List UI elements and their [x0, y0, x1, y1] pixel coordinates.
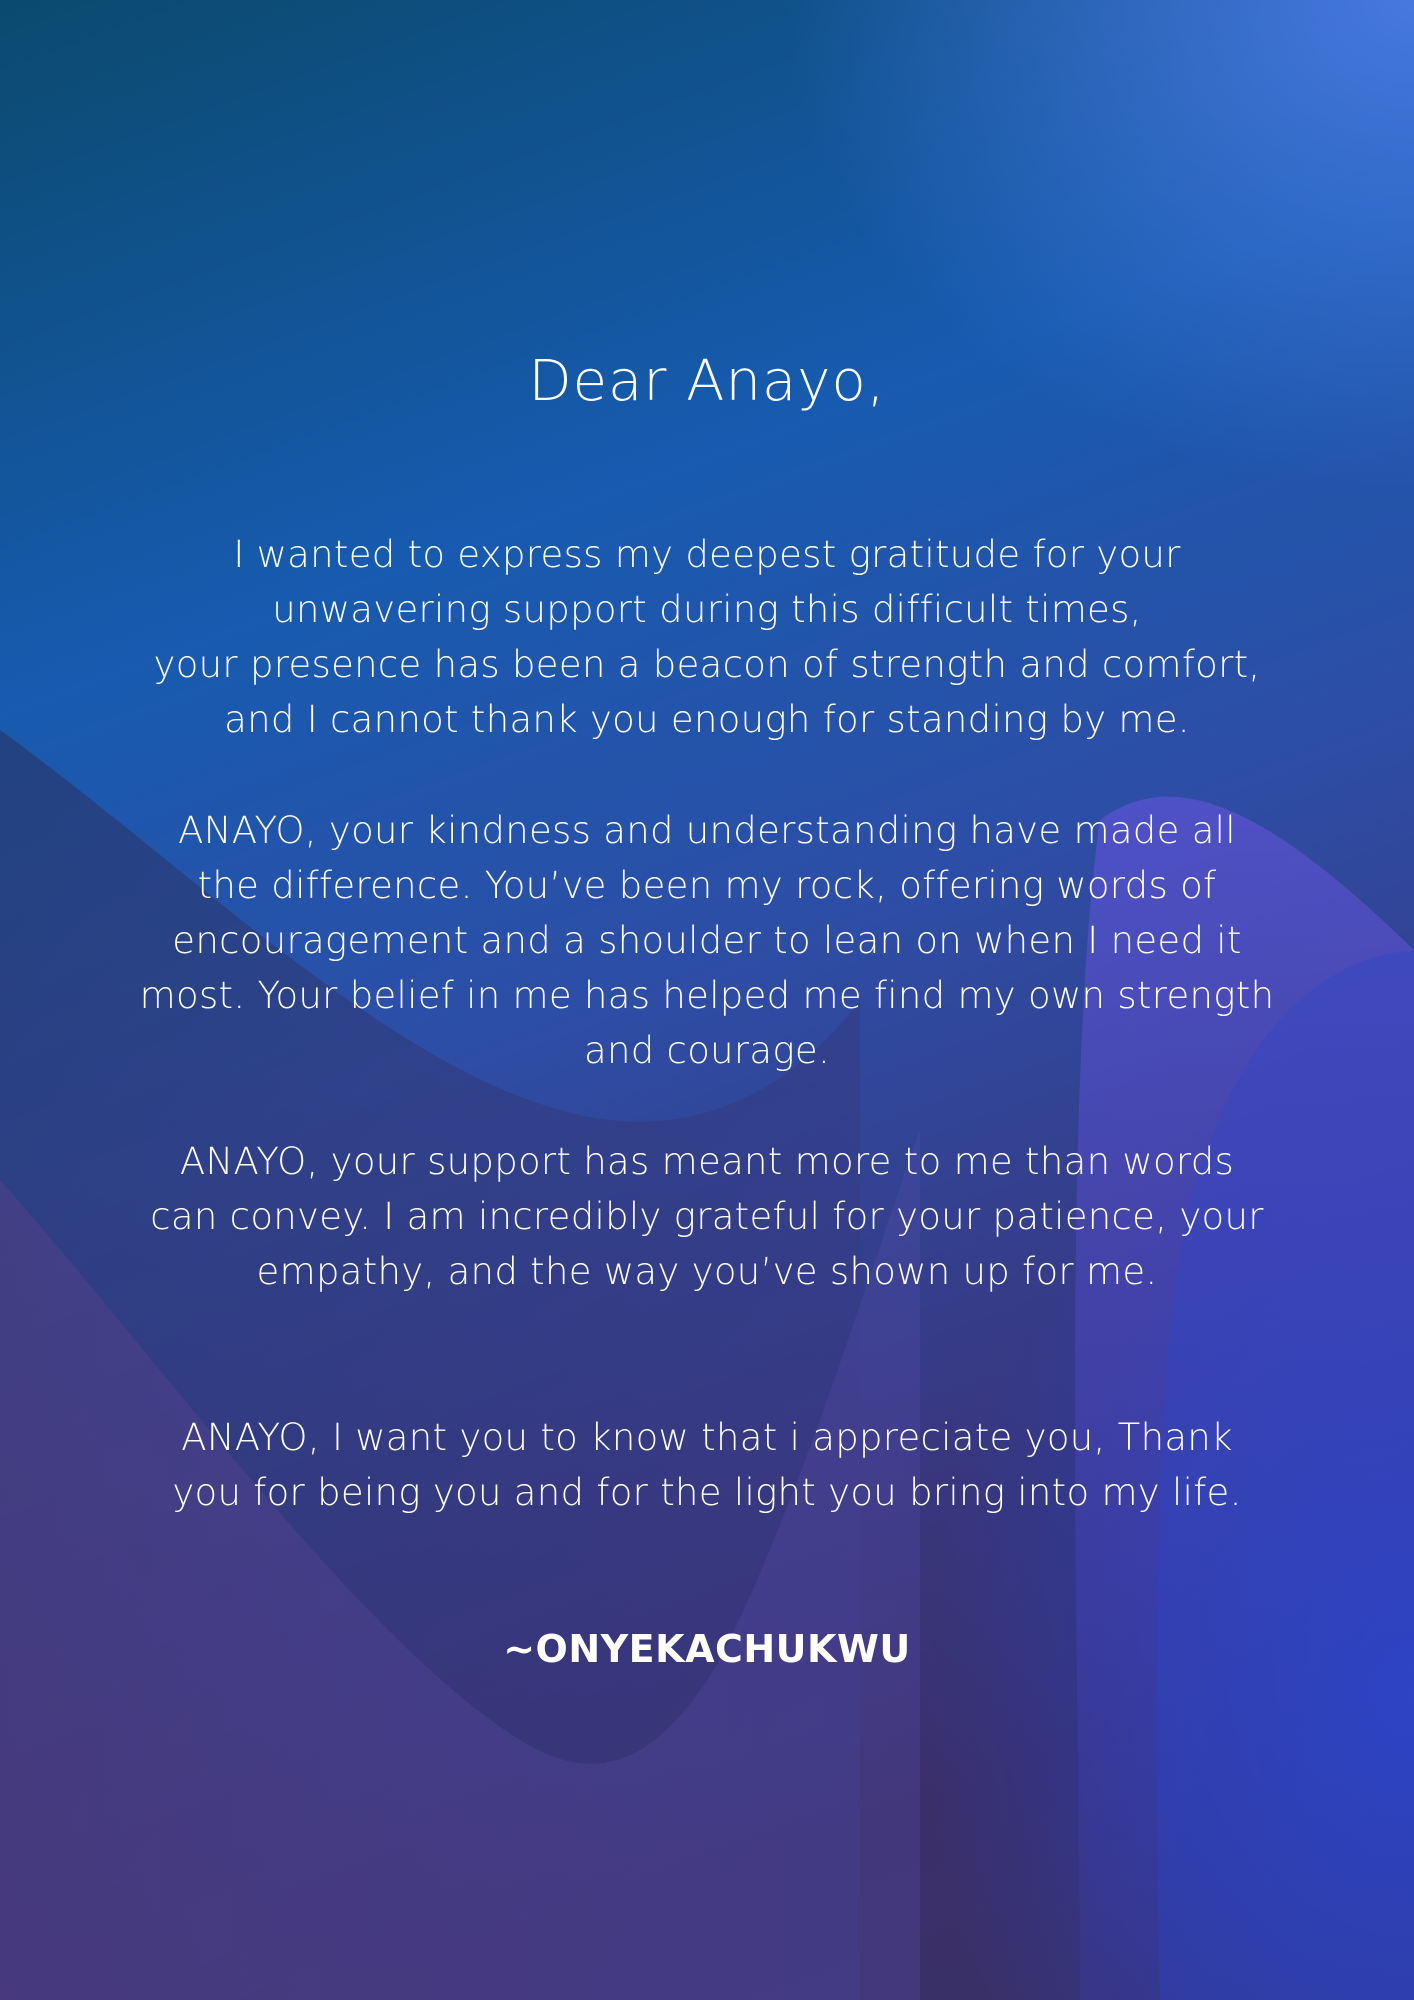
paragraph-line: you for being you and for the light you …	[172, 1471, 1242, 1514]
paragraph-line: ANAYO, your support has meant more to me…	[179, 1140, 1235, 1183]
paragraph-line: empathy, and the way you’ve shown up for…	[256, 1250, 1158, 1293]
paragraph-line: the difference. You’ve been my rock, off…	[197, 864, 1217, 907]
paragraph-line: and courage.	[583, 1029, 830, 1072]
paragraph-line: your presence has been a beacon of stren…	[153, 643, 1261, 686]
paragraph-line: and I cannot thank you enough for standi…	[224, 698, 1190, 741]
greeting: Dear Anayo,	[528, 349, 886, 414]
paragraph-line: unwavering support during this difficult…	[272, 588, 1142, 631]
signature: ~ONYEKACHUKWU	[503, 1627, 911, 1671]
paragraph-2: ANAYO, your kindness and understanding h…	[0, 803, 1414, 1078]
paragraph-3: ANAYO, your support has meant more to me…	[0, 1134, 1414, 1299]
paragraph-line: can convey. I am incredibly grateful for…	[150, 1195, 1264, 1238]
paragraph-line: I wanted to express my deepest gratitude…	[233, 533, 1181, 576]
paragraph-line: encouragement and a shoulder to lean on …	[172, 919, 1242, 962]
paragraph-line: ANAYO, your kindness and understanding h…	[178, 809, 1236, 852]
letter-page: Dear Anayo, I wanted to express my deepe…	[0, 0, 1414, 2000]
paragraph-1: I wanted to express my deepest gratitude…	[0, 527, 1414, 747]
paragraph-4: ANAYO, I want you to know that i appreci…	[0, 1410, 1414, 1520]
paragraph-line: most. Your belief in me has helped me fi…	[139, 974, 1275, 1017]
paragraph-line: ANAYO, I want you to know that i appreci…	[181, 1416, 1233, 1459]
